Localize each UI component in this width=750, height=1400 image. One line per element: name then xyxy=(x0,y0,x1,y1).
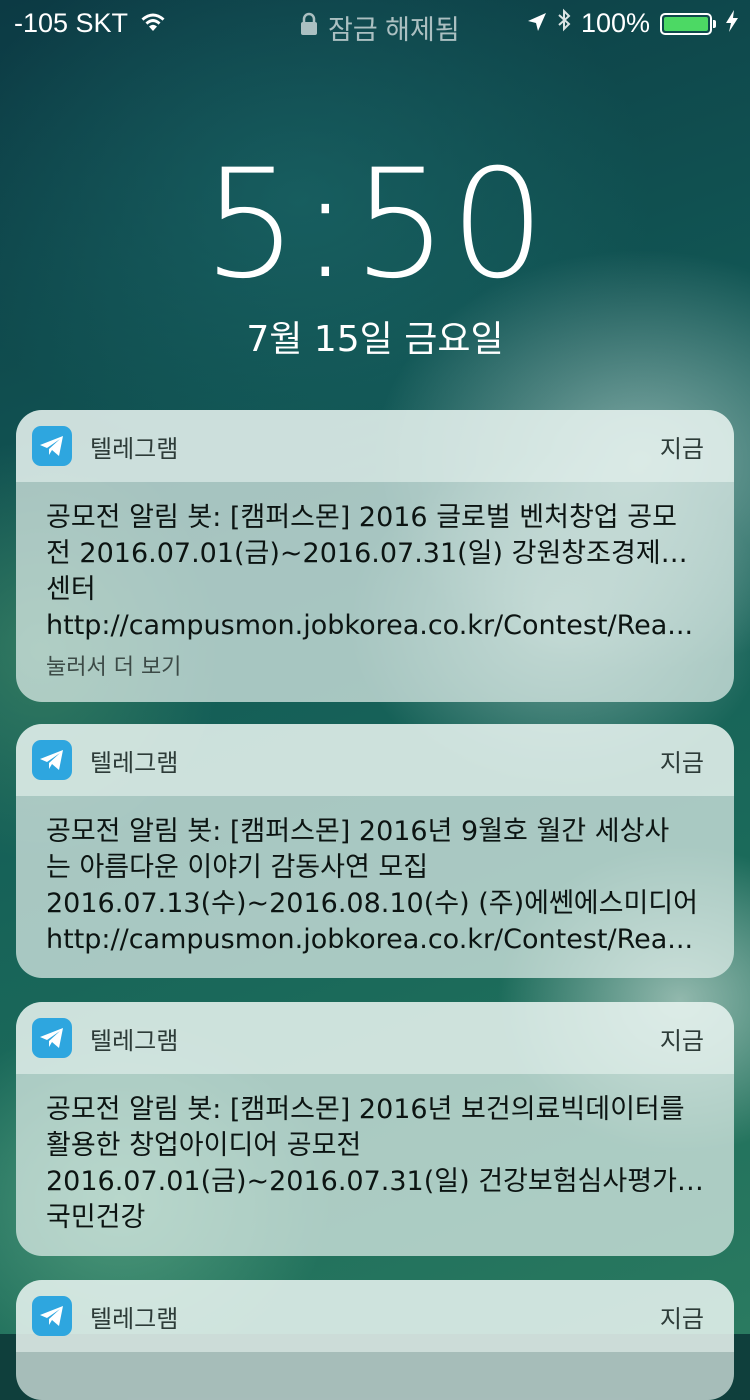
notification-text-line: http://campusmon.jobkorea.co.kr/Contest/… xyxy=(46,610,694,641)
notification-header: 텔레그램 지금 xyxy=(16,724,734,796)
notification-text-line: 2016.07.01(금)~2016.07.31(일) 건강보험심사평가원, xyxy=(46,1166,704,1197)
telegram-icon xyxy=(32,426,72,466)
lock-icon xyxy=(300,12,318,43)
notification-body: 공모전 알림 봇: [캠퍼스몬] 2016 글로벌 벤처창업 공모 전 2016… xyxy=(16,482,734,702)
notification-header: 텔레그램 지금 xyxy=(16,1280,734,1352)
notification-card[interactable]: 텔레그램 지금 공모전 알림 봇: [캠퍼스몬] 2016 글로벌 벤처창업 공… xyxy=(16,410,734,702)
battery-percent: 100% xyxy=(580,8,650,38)
telegram-icon xyxy=(32,1018,72,1058)
notification-text-line: 2016.07.13(수)~2016.08.10(수) (주)에쎈에스미디어 xyxy=(46,888,698,919)
notification-text-line: 공모전 알림 봇: [캠퍼스몬] 2016년 9월호 월간 세상사 xyxy=(46,816,670,847)
notification-time: 지금 xyxy=(659,434,704,463)
carrier-signal: -105 SKT xyxy=(14,8,129,38)
notification-body: 공모전 알림 봇: [캠퍼스몬] 2016년 보건의료빅데이터를 활용한 창업아… xyxy=(16,1074,734,1256)
notification-text-line: 활용한 창업아이디어 공모전 xyxy=(46,1130,362,1161)
notification-app-name: 텔레그램 xyxy=(90,1304,179,1333)
battery-icon xyxy=(660,12,716,35)
notification-body: 공모전 알림 봇: [캠퍼스몬] 2016년 9월호 월간 세상사 는 아름다운… xyxy=(16,796,734,978)
status-bar: -105 SKT 잠금 해제됨 100% xyxy=(0,0,750,50)
notification-app-name: 텔레그램 xyxy=(90,748,179,777)
notification-time: 지금 xyxy=(659,1304,704,1333)
notification-text-line: http://campusmon.jobkorea.co.kr/Contest/… xyxy=(46,924,694,955)
notification-text-line: 전 2016.07.01(금)~2016.07.31(일) 강원창조경제혁신 xyxy=(46,538,704,569)
lock-clock: 5:50 xyxy=(202,138,548,312)
bluetooth-icon xyxy=(557,8,571,39)
notification-text-line: 는 아름다운 이야기 감동사연 모집 xyxy=(46,852,429,883)
press-for-more[interactable]: 눌러서 더 보기 xyxy=(46,654,704,682)
notification-text-line: 공모전 알림 봇: [캠퍼스몬] 2016 글로벌 벤처창업 공모 xyxy=(46,502,677,533)
notification-text-line: 공모전 알림 봇: [캠퍼스몬] 2016년 보건의료빅데이터를 xyxy=(46,1094,685,1125)
charging-bolt-icon xyxy=(726,8,738,39)
notification-card[interactable]: 텔레그램 지금 공모전 알림 봇: [캠퍼스몬] 2016년 9월호 월간 세상… xyxy=(16,724,734,978)
telegram-icon xyxy=(32,1296,72,1336)
lock-status-text: 잠금 해제됨 xyxy=(328,15,460,45)
notification-time: 지금 xyxy=(659,1026,704,1055)
notification-text-line: 국민건강 xyxy=(46,1202,146,1233)
notification-card[interactable]: 텔레그램 지금 xyxy=(16,1280,734,1400)
notification-header: 텔레그램 지금 xyxy=(16,1002,734,1074)
notification-text-line: 센터 xyxy=(46,574,96,605)
notification-header: 텔레그램 지금 xyxy=(16,410,734,482)
notification-card[interactable]: 텔레그램 지금 공모전 알림 봇: [캠퍼스몬] 2016년 보건의료빅데이터를… xyxy=(16,1002,734,1256)
notification-app-name: 텔레그램 xyxy=(90,1026,179,1055)
telegram-icon xyxy=(32,740,72,780)
lock-date: 7월 15일 금요일 xyxy=(246,319,504,360)
notification-app-name: 텔레그램 xyxy=(90,434,179,463)
location-arrow-icon xyxy=(527,8,547,39)
notification-time: 지금 xyxy=(659,748,704,777)
wifi-icon xyxy=(140,8,166,39)
